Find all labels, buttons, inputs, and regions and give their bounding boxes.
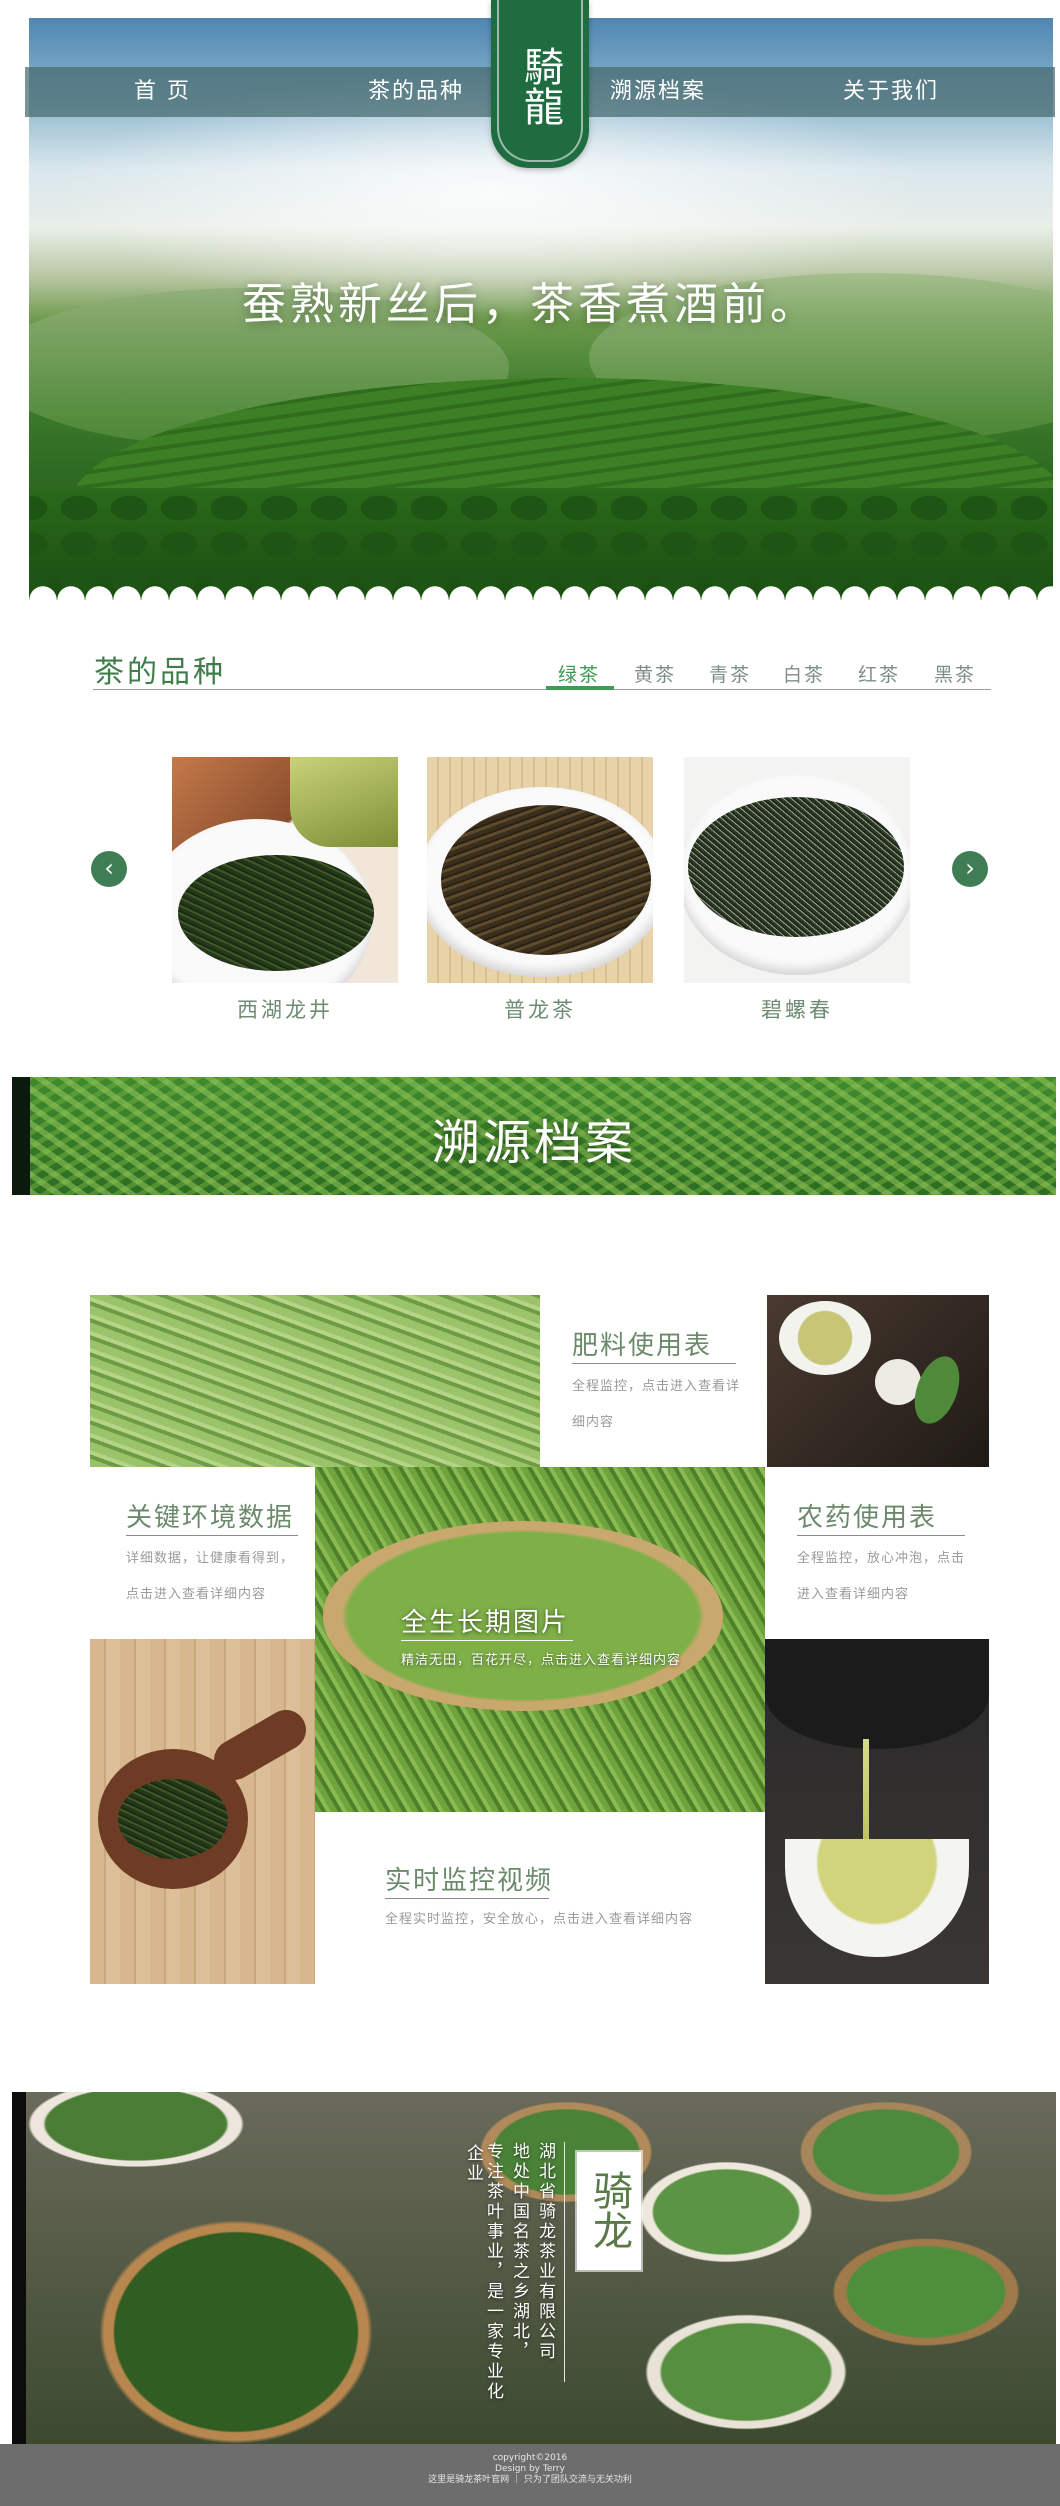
tea-leaves-image (441, 805, 651, 955)
tea-leaves-photo (90, 1295, 540, 1467)
title-underline (126, 1535, 298, 1536)
tea-card-biluochun[interactable] (684, 757, 910, 983)
active-tab-indicator (546, 686, 614, 690)
fertilizer-title: 肥料使用表 (572, 1331, 713, 1361)
banner-title: 溯源档案 (431, 1115, 636, 1171)
fertilizer-desc: 全程监控，点击进入查看详细内容 (572, 1379, 741, 1430)
nav-trace[interactable]: 溯源档案 (610, 67, 706, 117)
nav-varieties[interactable]: 茶的品种 (368, 67, 464, 117)
tea-leaves-image (178, 855, 374, 971)
green-leaf (906, 1350, 968, 1430)
environment-data-card[interactable]: 关键环境数据 详细数据，让健康看得到，点击进入查看详细内容 (90, 1467, 315, 1639)
chevron-right-icon: › (965, 854, 975, 882)
brand-stamp: 骑龙 (577, 2152, 641, 2270)
about-text-col3: 专注茶叶事业，是一家专业化 (483, 2142, 503, 2402)
pesticide-table-card[interactable]: 农药使用表 全程监控，放心冲泡，点击进入查看详细内容 (765, 1467, 989, 1639)
tab-yellow-tea[interactable]: 黄茶 (634, 660, 676, 687)
tab-green-tea[interactable]: 绿茶 (558, 660, 600, 687)
growth-title: 全生长期图片 (401, 1608, 570, 1638)
section-divider (93, 689, 991, 690)
teapot (765, 1639, 989, 1749)
title-underline (572, 1363, 736, 1364)
monitor-desc: 全程实时监控，安全放心，点击进入查看详细内容 (385, 1912, 694, 1927)
about-text-col4: 企业 (463, 2144, 483, 2184)
tab-white-tea[interactable]: 白茶 (783, 660, 825, 687)
tea-cup (779, 1301, 871, 1375)
monitor-video-card[interactable]: 实时监控视频 全程实时监控，安全放心，点击进入查看详细内容 (315, 1812, 765, 1984)
trace-banner: 溯源档案 (12, 1077, 1056, 1195)
hero-slogan: 蚕熟新丝后，茶香煮酒前。 (242, 279, 818, 330)
footer-note: 这里是骑龙茶叶官网 ｜ 只为了团队交流与无关功利 (428, 2475, 632, 2485)
environment-desc: 详细数据，让健康看得到，点击进入查看详细内容 (126, 1551, 295, 1602)
logo[interactable]: 騎龍 (491, 0, 589, 168)
about-text-col1: 湖北省骑龙茶业有限公司 (535, 2142, 555, 2362)
tea-card-name: 西湖龙井 (237, 998, 333, 1022)
brand-name: 骑龙 (586, 2170, 632, 2250)
tea-card-xihu-longjing[interactable] (172, 757, 398, 983)
tea-card-name: 普龙茶 (504, 998, 576, 1022)
logo-frame: 騎龍 (497, 0, 583, 162)
title-underline (401, 1640, 573, 1641)
growth-photo-card[interactable]: 全生长期图片 精洁无田，百花开尽，点击进入查看详细内容 (315, 1467, 765, 1812)
teapot-pour-photo (765, 1639, 989, 1984)
carousel-prev-button[interactable]: ‹ (91, 851, 127, 887)
footer-copyright: copyright©2016 (492, 2453, 568, 2463)
monitor-title: 实时监控视频 (385, 1866, 554, 1896)
section-title-varieties: 茶的品种 (94, 655, 226, 690)
tea-card-pulong[interactable] (427, 757, 653, 983)
nav-about[interactable]: 关于我们 (843, 67, 939, 117)
title-underline (797, 1535, 965, 1536)
environment-title: 关键环境数据 (126, 1503, 295, 1533)
about-text-col2: 地处中国名茶之乡湖北， (509, 2142, 529, 2362)
page-footer: copyright©2016 Design by Terry 这里是骑龙茶叶官网… (0, 2444, 1060, 2506)
tab-oolong-tea[interactable]: 青茶 (709, 660, 751, 687)
tea-leaves-image (118, 1779, 228, 1859)
growth-desc: 精洁无田，百花开尽，点击进入查看详细内容 (401, 1653, 682, 1668)
nav-home[interactable]: 首 页 (134, 67, 191, 117)
tab-black-tea[interactable]: 红茶 (858, 660, 900, 687)
logo-text: 騎龍 (517, 46, 563, 126)
wooden-spoon-photo (90, 1639, 315, 1984)
torn-paper-edge (29, 578, 1053, 600)
title-underline (385, 1898, 549, 1899)
carousel-next-button[interactable]: › (952, 851, 988, 887)
pesticide-title: 农药使用表 (797, 1503, 938, 1533)
glass-cup (290, 757, 398, 847)
fertilizer-table-card[interactable]: 肥料使用表 全程监控，点击进入查看详细内容 (540, 1295, 767, 1467)
footer-designer: Design by Terry (495, 2464, 565, 2474)
pesticide-desc: 全程监控，放心冲泡，点击进入查看详细内容 (797, 1551, 966, 1602)
vertical-divider (564, 2142, 565, 2382)
spoon-handle (206, 1702, 314, 1788)
tea-leaves-image (688, 797, 904, 937)
tab-dark-tea[interactable]: 黑茶 (934, 660, 976, 687)
chevron-left-icon: ‹ (104, 854, 114, 882)
tea-cup-photo (767, 1295, 989, 1467)
tea-card-name: 碧螺春 (761, 998, 833, 1022)
tea-cup (785, 1839, 969, 1957)
